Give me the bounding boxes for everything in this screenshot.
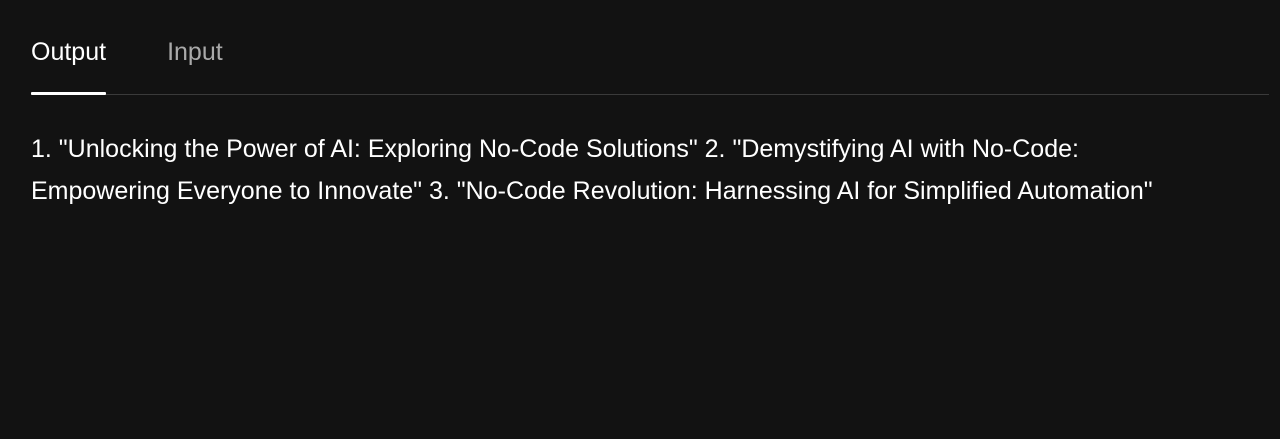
output-text: 1. "Unlocking the Power of AI: Exploring… — [31, 135, 1153, 205]
tab-output[interactable]: Output — [31, 37, 107, 95]
tab-bar: Output Input — [31, 0, 1269, 95]
output-panel: Output Input 1. "Unlocking the Power of … — [0, 0, 1280, 439]
tab-input[interactable]: Input — [167, 37, 223, 67]
